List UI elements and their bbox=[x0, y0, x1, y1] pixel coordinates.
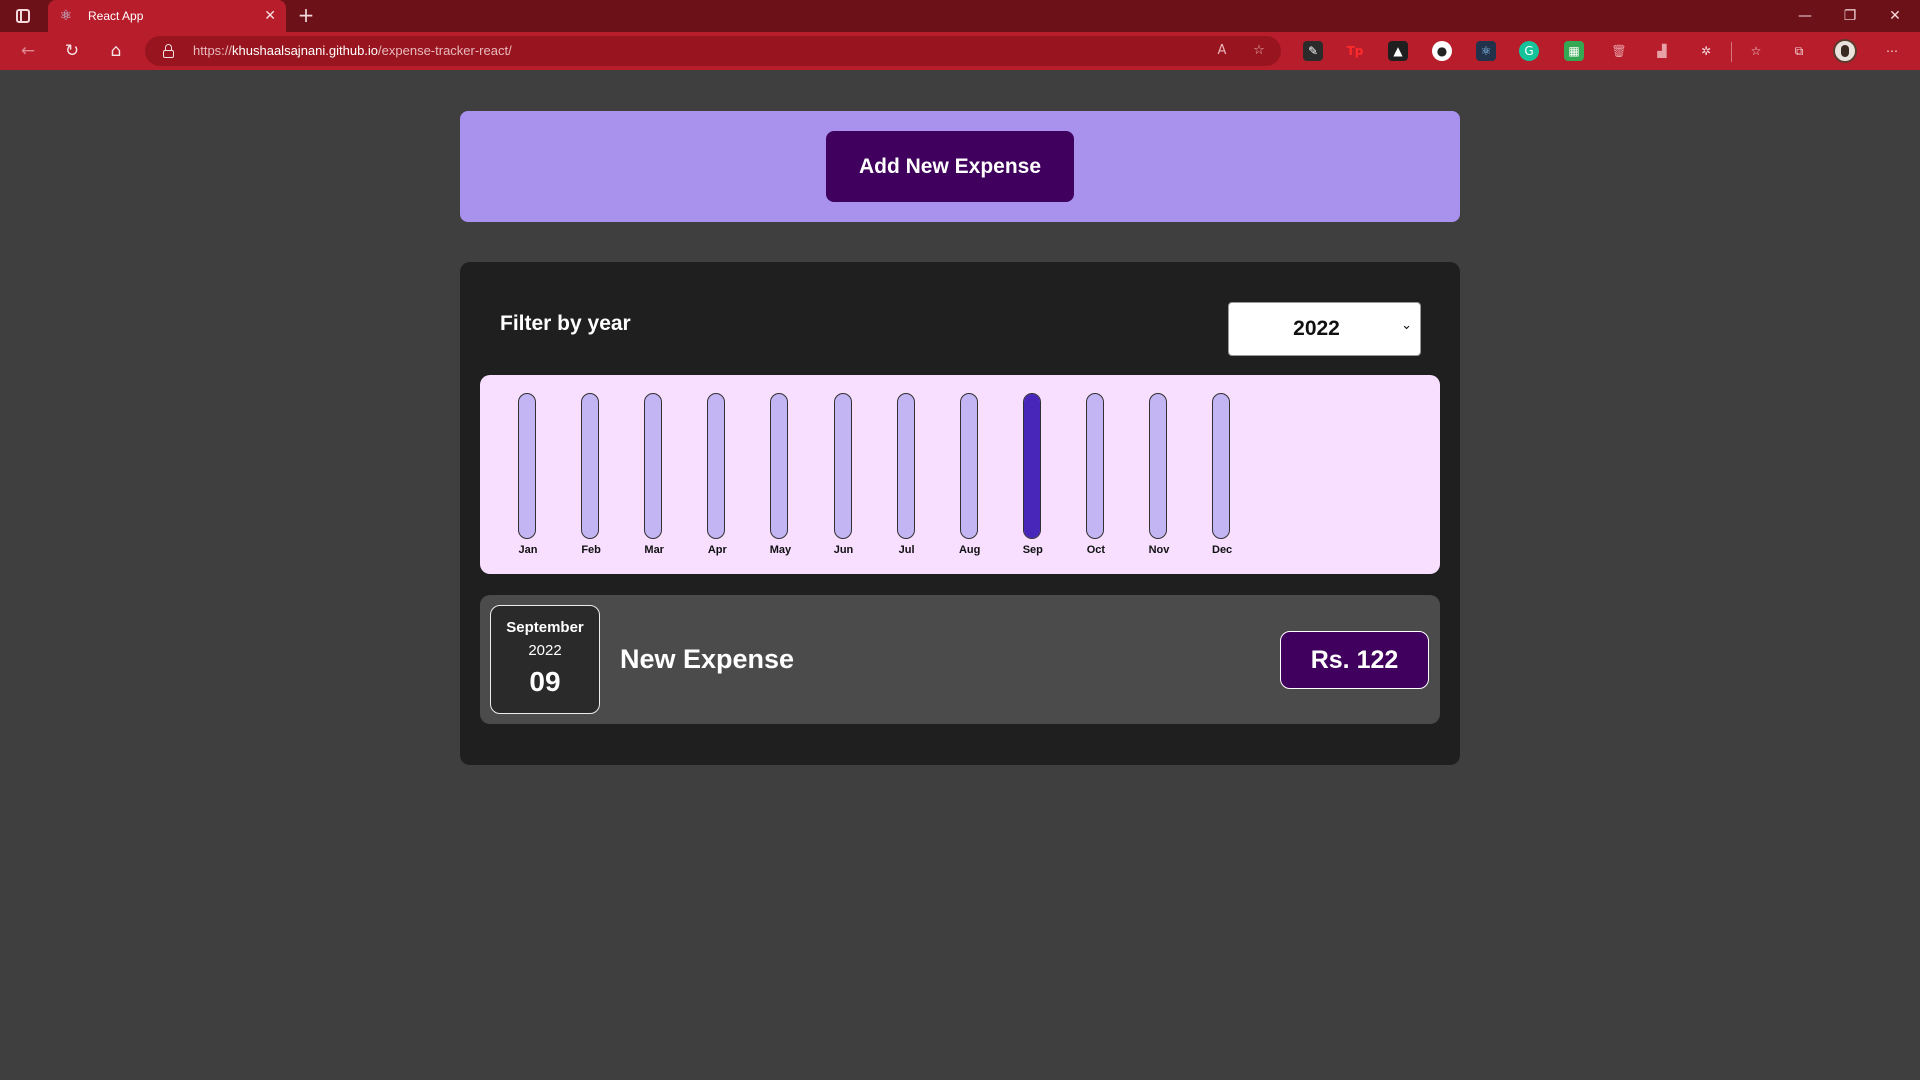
extension-hat-icon[interactable]: ▲ bbox=[1388, 41, 1408, 61]
new-expense-panel: Add New Expense bbox=[460, 111, 1460, 222]
window-close-icon[interactable]: ✕ bbox=[1872, 0, 1918, 32]
tab-close-icon[interactable]: ✕ bbox=[264, 8, 276, 24]
expense-date-day: 09 bbox=[529, 666, 561, 697]
extension-circle-icon[interactable]: ● bbox=[1432, 41, 1452, 61]
expense-date: September 2022 09 bbox=[490, 605, 600, 714]
chart-bar-fill bbox=[1023, 394, 1040, 538]
favorites-icon[interactable]: ☆ bbox=[1746, 41, 1766, 61]
expense-title: New Expense bbox=[620, 644, 795, 674]
chart-bar-label: Dec bbox=[1212, 544, 1233, 556]
filter-label: Filter by year bbox=[500, 312, 631, 335]
expenses-panel: Filter by year 2022 ⌄ Jan Feb Mar Apr May Jun… bbox=[460, 262, 1460, 765]
restore-icon[interactable]: ❐ bbox=[1827, 0, 1873, 32]
selected-year: 2022 bbox=[1293, 317, 1340, 340]
home-icon[interactable]: ⌂ bbox=[104, 39, 128, 63]
extension-tp-icon[interactable]: Tp bbox=[1345, 41, 1365, 61]
tab-actions-icon[interactable] bbox=[10, 4, 36, 28]
extension-grammarly-icon[interactable]: G bbox=[1519, 41, 1539, 61]
chart-bar-track bbox=[896, 393, 915, 539]
tab-title: React App bbox=[88, 9, 144, 23]
expense-amount: Rs. 122 bbox=[1280, 631, 1429, 689]
chart-bar-track bbox=[770, 393, 789, 539]
extension-pen-icon[interactable]: ✎ bbox=[1303, 41, 1323, 61]
url-text[interactable]: https://khushaalsajnani.github.io/expens… bbox=[193, 43, 512, 58]
new-tab-icon[interactable]: + bbox=[294, 3, 318, 27]
chart-bar-track bbox=[1022, 393, 1041, 539]
chart-bar-track bbox=[1085, 393, 1104, 539]
read-aloud-icon[interactable]: A bbox=[1213, 42, 1231, 60]
chart-bar-track bbox=[581, 393, 600, 539]
year-filter-select[interactable]: 2022 ⌄ bbox=[1228, 302, 1421, 356]
expense-item: September 2022 09 New Expense Rs. 122 bbox=[480, 595, 1440, 724]
expenses-chart: Jan Feb Mar Apr May Jun Jul Aug Sep Oct Nov Dec bbox=[480, 375, 1440, 574]
browser-toolbar: ← ↻ ⌂ https://khushaalsajnani.github.io/… bbox=[0, 32, 1920, 70]
chart-bar-track bbox=[1149, 393, 1167, 539]
profile-avatar[interactable] bbox=[1833, 39, 1857, 63]
expense-date-month: September bbox=[506, 619, 584, 636]
browser-tab[interactable]: ⚛ React App ✕ bbox=[48, 0, 286, 32]
chart-bar-track bbox=[1212, 393, 1231, 539]
browser-title-bar: ⚛ React App ✕ + — ❐ ✕ bbox=[0, 0, 1920, 32]
collections-icon[interactable]: ⧉ bbox=[1789, 41, 1809, 61]
chart-bar-track bbox=[518, 393, 536, 539]
react-favicon-icon: ⚛ bbox=[59, 8, 73, 24]
refresh-icon[interactable]: ↻ bbox=[60, 39, 84, 63]
extensions-puzzle-icon[interactable]: ✲ bbox=[1696, 41, 1716, 61]
chevron-down-icon: ⌄ bbox=[1401, 318, 1412, 333]
add-favorite-icon[interactable]: ☆ bbox=[1250, 42, 1268, 60]
add-new-expense-button[interactable]: Add New Expense bbox=[826, 131, 1074, 202]
address-bar[interactable]: https://khushaalsajnani.github.io/expens… bbox=[145, 36, 1281, 66]
chart-bar-dec: Dec bbox=[1183, 393, 1261, 563]
toolbar-separator bbox=[1731, 42, 1732, 62]
expense-date-year: 2022 bbox=[528, 642, 562, 659]
extension-trash-icon[interactable]: 🗑 bbox=[1609, 41, 1629, 61]
chart-bar-track bbox=[707, 393, 726, 539]
more-options-icon[interactable]: ⋯ bbox=[1882, 41, 1902, 61]
chart-bar-track bbox=[644, 393, 663, 539]
extension-react-icon[interactable]: ⚛ bbox=[1476, 41, 1496, 61]
back-icon[interactable]: ← bbox=[16, 39, 40, 63]
lock-icon[interactable] bbox=[163, 44, 174, 58]
chart-bar-track bbox=[833, 393, 852, 539]
extension-chart-icon[interactable]: ▟ bbox=[1652, 41, 1672, 61]
extension-colorful-icon[interactable]: ▦ bbox=[1564, 41, 1584, 61]
chart-bar-track bbox=[959, 393, 978, 539]
minimize-icon[interactable]: — bbox=[1782, 0, 1828, 32]
